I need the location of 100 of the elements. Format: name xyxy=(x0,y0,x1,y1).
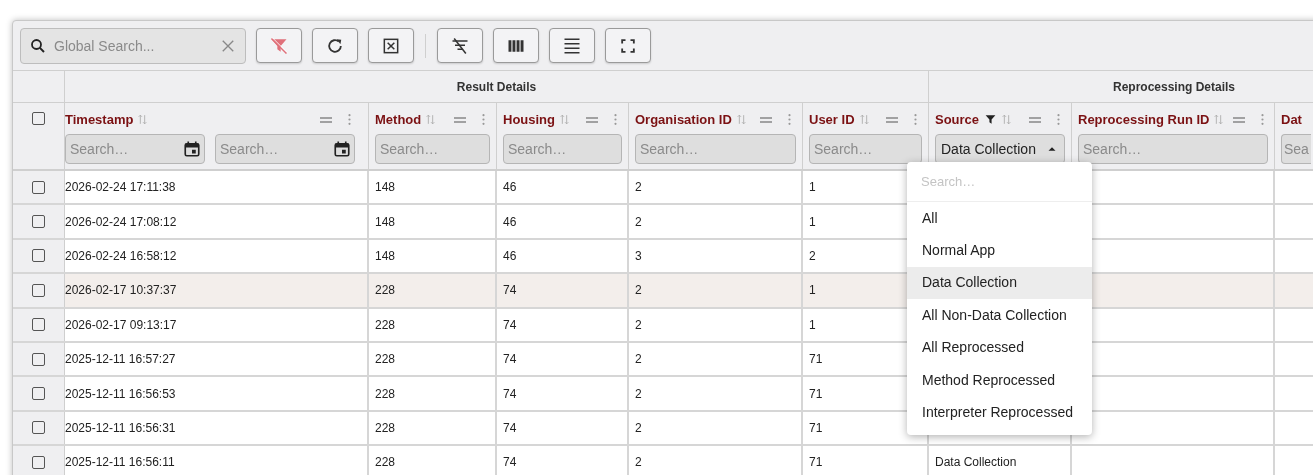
group-header: Result Details xyxy=(456,78,537,96)
table-cell-text: 2 xyxy=(635,179,642,197)
sort-icon xyxy=(136,113,150,126)
filter-field[interactable]: Search… xyxy=(635,134,796,164)
source-filter-select[interactable]: Data Collection xyxy=(935,134,1065,164)
table-cell-text: 3 xyxy=(635,247,642,265)
table-cell-text: 228 xyxy=(375,351,396,369)
dropdown-option[interactable]: All xyxy=(907,202,1092,235)
table-cell-text: 71 xyxy=(809,454,823,472)
row-checkbox[interactable] xyxy=(32,421,45,435)
table-cell-text: 1 xyxy=(809,316,816,334)
calendar-icon xyxy=(333,140,351,158)
table-cell-text: 46 xyxy=(503,179,517,197)
dropdown-option[interactable]: Normal App xyxy=(907,234,1092,267)
sort-icon xyxy=(1000,113,1014,126)
column-header[interactable]: Organisation ID xyxy=(635,109,732,130)
table-cell-text: 74 xyxy=(503,385,517,403)
dropdown-option[interactable]: All Reprocessed xyxy=(907,331,1092,364)
table-cell-text: 2026-02-24 16:58:12 xyxy=(65,247,177,265)
sort-icon xyxy=(1212,113,1226,126)
table-cell-text: 74 xyxy=(503,316,517,334)
filter-field[interactable]: Search… xyxy=(215,134,355,164)
calendar-icon xyxy=(183,140,201,158)
filter-lines-icon xyxy=(450,35,470,56)
row-checkbox[interactable] xyxy=(32,180,45,194)
table-cell-text: 2 xyxy=(635,351,642,369)
table-cell-text: 71 xyxy=(809,385,823,403)
filter-off-icon xyxy=(269,35,289,56)
table-cell-text: 2026-02-24 17:11:38 xyxy=(65,179,176,197)
sort-icon xyxy=(857,113,871,126)
select-all-checkbox[interactable] xyxy=(32,112,45,125)
table-cell-text: 71 xyxy=(809,419,823,437)
row-checkbox[interactable] xyxy=(32,387,45,401)
dropdown-option[interactable]: Data Collection xyxy=(907,266,1092,300)
table-cell-text: 74 xyxy=(503,454,517,472)
global-search-field[interactable]: Global Search... xyxy=(20,27,246,64)
table-cell-text: 74 xyxy=(503,282,517,300)
table-cell-text: 2025-12-11 16:56:11 xyxy=(65,454,175,472)
table-cell-text: 46 xyxy=(503,213,517,231)
filter-field[interactable]: Search… xyxy=(375,134,490,164)
row-checkbox[interactable] xyxy=(32,455,45,469)
group-header: Reprocessing Details xyxy=(1113,78,1236,96)
table-cell-text: 74 xyxy=(503,351,517,369)
table-cell-text: 74 xyxy=(503,419,517,437)
column-header[interactable]: Reprocessing Run ID xyxy=(1078,109,1210,130)
row-checkbox[interactable] xyxy=(32,283,45,297)
table-cell-text: 228 xyxy=(375,282,396,300)
fullscreen-button[interactable] xyxy=(605,28,651,63)
filter-field[interactable]: Search… xyxy=(809,134,922,164)
table-cell-text: 2 xyxy=(635,419,642,437)
row-checkbox[interactable] xyxy=(32,249,45,263)
column-header[interactable]: Source xyxy=(935,109,980,130)
table-cell-text: 228 xyxy=(375,385,396,403)
clear-filters-button[interactable] xyxy=(256,28,302,63)
table-cell-text: 228 xyxy=(375,316,396,334)
sort-icon xyxy=(424,113,438,126)
table-cell-text: 46 xyxy=(503,247,517,265)
table-cell-text: 2026-02-24 17:08:12 xyxy=(65,213,177,231)
table-cell-text: 2 xyxy=(635,316,642,334)
sort-icon xyxy=(734,113,748,126)
table-cell-text: 2025-12-11 16:56:53 xyxy=(65,385,176,403)
refresh-button[interactable] xyxy=(312,28,358,63)
table-cell-text: 2 xyxy=(635,282,642,300)
table-cell-text: 148 xyxy=(375,179,396,197)
column-header[interactable]: Method xyxy=(375,109,422,130)
dropdown-option[interactable]: All Non-Data Collection xyxy=(907,299,1092,332)
row-checkbox[interactable] xyxy=(32,318,45,332)
row-checkbox[interactable] xyxy=(32,215,45,229)
table-cell-text: 2026-02-17 09:13:17 xyxy=(65,316,177,334)
table-cell-text: 2 xyxy=(635,454,642,472)
table-cell-text: 71 xyxy=(809,351,823,369)
table-cell-text: 228 xyxy=(375,454,396,472)
filter-field[interactable]: Search… xyxy=(1078,134,1268,164)
table-cell-text: 2 xyxy=(809,247,816,265)
table-cell-text: 2026-02-17 10:37:37 xyxy=(65,282,177,300)
table-cell-text: 148 xyxy=(375,213,396,231)
table-cell-text: 148 xyxy=(375,247,396,265)
filter-field[interactable]: Search… xyxy=(65,134,205,164)
column-header[interactable]: Housing xyxy=(503,109,555,130)
table-cell-text: 1 xyxy=(809,213,816,231)
sort-icon xyxy=(558,113,571,126)
dropdown-option[interactable]: Method Reprocessed xyxy=(907,363,1092,397)
column-header[interactable]: Timestamp xyxy=(65,109,134,130)
column-header[interactable]: Dat xyxy=(1281,109,1302,130)
columns-button[interactable] xyxy=(493,28,539,63)
filter-field[interactable]: Sea xyxy=(1281,134,1311,164)
column-header[interactable]: User ID xyxy=(809,109,855,130)
reset-button[interactable] xyxy=(368,28,414,63)
search-icon xyxy=(29,36,47,55)
dropdown-option[interactable]: Interpreter Reprocessed xyxy=(907,396,1092,429)
density-button[interactable] xyxy=(549,28,595,63)
table-cell-text: 1 xyxy=(809,282,816,300)
row-checkbox[interactable] xyxy=(32,352,45,366)
table-cell-text: 1 xyxy=(809,179,816,197)
filter-field[interactable]: Search… xyxy=(503,134,622,164)
table-cell-text: Data Collection xyxy=(935,454,1017,472)
filters-toggle-button[interactable] xyxy=(437,28,483,63)
dropdown-search-field[interactable]: Search… xyxy=(907,162,1092,201)
table-cell-text: 2 xyxy=(635,385,642,403)
table-cell-text: 228 xyxy=(375,419,396,437)
